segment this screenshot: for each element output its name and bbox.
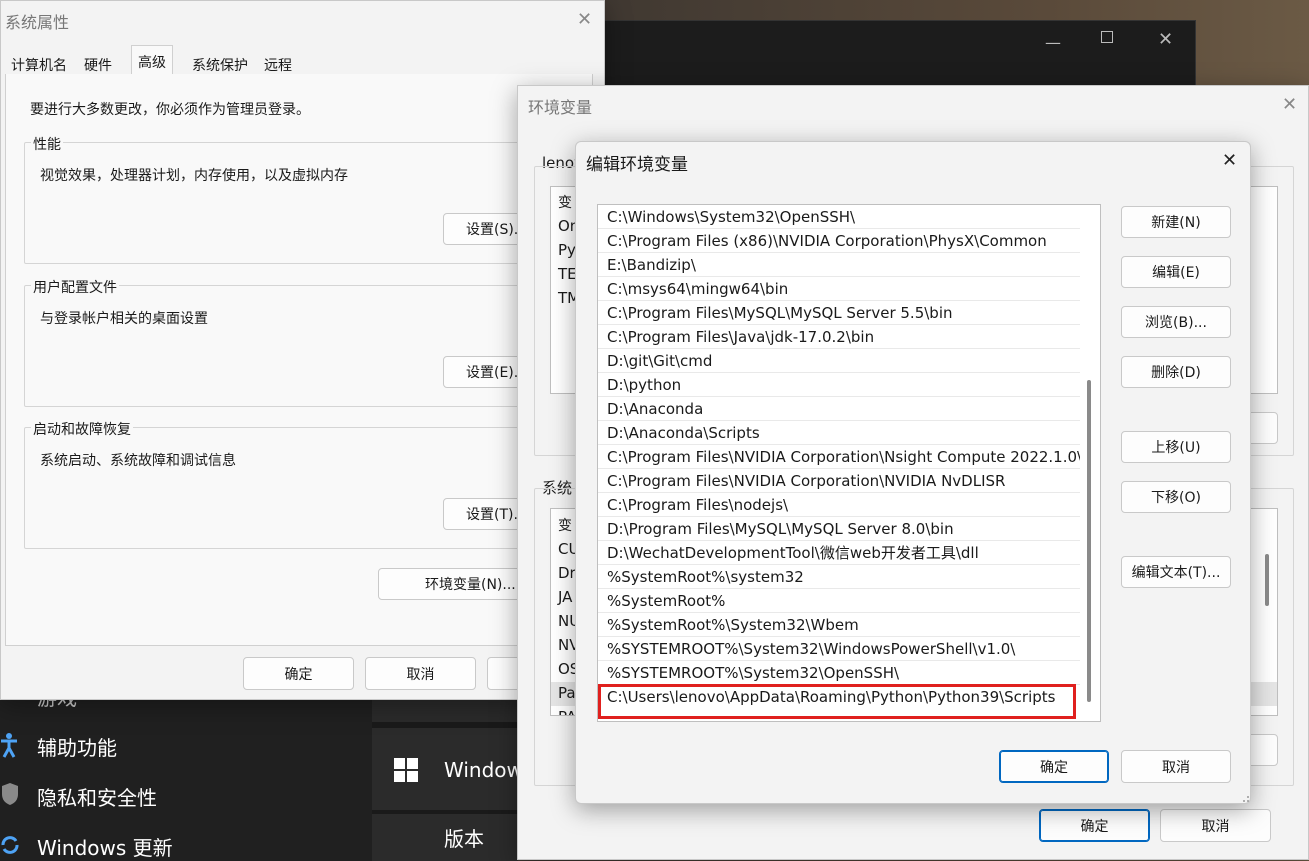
list-item[interactable]: D:\Anaconda: [598, 397, 1080, 421]
minimize-icon[interactable]: —: [1045, 33, 1061, 52]
path-list-scrollbar[interactable]: [1087, 380, 1091, 702]
list-item[interactable]: E:\Bandizip\: [598, 253, 1080, 277]
maximize-icon[interactable]: [1101, 31, 1113, 43]
shield-icon: [2, 783, 18, 805]
list-item[interactable]: %SYSTEMROOT%\System32\OpenSSH\: [598, 661, 1080, 685]
list-item[interactable]: D:\WechatDevelopmentTool\微信web开发者工具\dll: [598, 541, 1080, 565]
resize-grip-icon[interactable]: [1238, 791, 1250, 803]
cancel-button[interactable]: 取消: [1121, 750, 1231, 783]
list-item[interactable]: C:\Program Files\nodejs\: [598, 493, 1080, 517]
user-profile-label: 用户配置文件: [31, 277, 119, 297]
system-var-row[interactable]: JA: [558, 588, 572, 606]
list-item[interactable]: %SystemRoot%: [598, 589, 1080, 613]
move-down-button[interactable]: 下移(O): [1121, 481, 1231, 513]
edit-button[interactable]: 编辑(E): [1121, 256, 1231, 288]
list-item[interactable]: %SystemRoot%\system32: [598, 565, 1080, 589]
dialog-title: 编辑环境变量: [586, 155, 688, 175]
window-title: 系统属性: [5, 13, 70, 32]
startup-recovery-desc: 系统启动、系统故障和调试信息: [40, 453, 236, 469]
list-item[interactable]: D:\python: [598, 373, 1080, 397]
performance-label: 性能: [31, 134, 63, 154]
settings-sidebar: 游戏 辅助功能 隐私和安全性 Windows 更新: [0, 690, 372, 861]
path-list[interactable]: C:\Windows\System32\OpenSSH\ C:\Program …: [597, 204, 1101, 722]
highlight-box: [598, 684, 1076, 719]
accessibility-icon: [1, 733, 17, 758]
startup-recovery-label: 启动和故障恢复: [31, 419, 133, 439]
close-icon[interactable]: ✕: [1222, 152, 1237, 170]
move-up-button[interactable]: 上移(U): [1121, 431, 1231, 463]
cancel-button[interactable]: 取消: [365, 657, 476, 690]
close-icon[interactable]: ✕: [1158, 29, 1173, 50]
version-label: 版本: [444, 827, 484, 851]
admin-note: 要进行大多数更改，你必须作为管理员登录。: [30, 102, 310, 118]
settings-item-label: 辅助功能: [37, 736, 117, 760]
user-var-row[interactable]: Py: [558, 241, 576, 259]
user-profile-desc: 与登录帐户相关的桌面设置: [40, 311, 208, 327]
windows-logo-icon: [394, 758, 418, 782]
system-vars-scrollbar[interactable]: [1265, 554, 1269, 606]
user-vars-header: 变: [558, 195, 572, 211]
list-item[interactable]: D:\git\Git\cmd: [598, 349, 1080, 373]
list-item[interactable]: D:\Anaconda\Scripts: [598, 421, 1080, 445]
ok-button[interactable]: 确定: [243, 657, 354, 690]
performance-desc: 视觉效果，处理器计划，内存使用，以及虚拟内存: [40, 168, 348, 184]
background-window: — ✕: [560, 20, 1196, 90]
edit-text-button[interactable]: 编辑文本(T)...: [1121, 556, 1231, 588]
cancel-button[interactable]: 取消: [1160, 809, 1271, 842]
settings-item-accessibility[interactable]: 辅助功能: [0, 730, 372, 760]
settings-item-update[interactable]: Windows 更新: [0, 830, 372, 860]
list-item[interactable]: C:\Windows\System32\OpenSSH\: [598, 205, 1080, 229]
startup-recovery-group: [24, 427, 584, 549]
list-item[interactable]: %SystemRoot%\System32\Wbem: [598, 613, 1080, 637]
list-item[interactable]: C:\msys64\mingw64\bin: [598, 277, 1080, 301]
list-item[interactable]: D:\Program Files\MySQL\MySQL Server 8.0\…: [598, 517, 1080, 541]
browse-button[interactable]: 浏览(B)...: [1121, 306, 1231, 338]
tab-remote[interactable]: 远程: [258, 49, 298, 75]
settings-card-version[interactable]: 版本: [372, 814, 518, 861]
performance-group: [24, 142, 584, 264]
user-profile-group: [24, 285, 584, 407]
update-icon: [1, 836, 19, 854]
list-item[interactable]: %SYSTEMROOT%\System32\WindowsPowerShell\…: [598, 637, 1080, 661]
list-item[interactable]: C:\Program Files\NVIDIA Corporation\NVID…: [598, 469, 1080, 493]
close-icon[interactable]: ✕: [577, 11, 592, 29]
system-var-row[interactable]: Pa: [558, 684, 576, 702]
settings-item-privacy[interactable]: 隐私和安全性: [0, 780, 372, 810]
tab-hardware[interactable]: 硬件: [78, 49, 118, 75]
system-var-row[interactable]: PA: [558, 708, 576, 715]
new-button[interactable]: 新建(N): [1121, 206, 1231, 238]
user-var-row[interactable]: TE: [558, 265, 577, 283]
list-item[interactable]: C:\Program Files\Java\jdk-17.0.2\bin: [598, 325, 1080, 349]
system-vars-header: 变: [558, 518, 572, 534]
delete-button[interactable]: 删除(D): [1121, 356, 1231, 388]
system-var-row[interactable]: Dr: [558, 564, 576, 582]
ok-button[interactable]: 确定: [999, 750, 1109, 783]
system-properties-window: 系统属性 ✕ 计算机名 硬件 高级 系统保护 远程 要进行大多数更改，你必须作为…: [0, 0, 605, 700]
settings-main: Windows 版本: [372, 690, 533, 861]
tab-computer-name[interactable]: 计算机名: [5, 49, 73, 75]
settings-card-windows[interactable]: Windows: [372, 728, 533, 810]
close-icon[interactable]: ✕: [1282, 96, 1297, 114]
list-item[interactable]: C:\Program Files\NVIDIA Corporation\Nsig…: [598, 445, 1080, 469]
list-item[interactable]: C:\Program Files (x86)\NVIDIA Corporatio…: [598, 229, 1080, 253]
ok-button[interactable]: 确定: [1039, 809, 1150, 842]
tab-advanced[interactable]: 高级: [131, 45, 173, 75]
tab-system-protection[interactable]: 系统保护: [186, 49, 254, 75]
window-title: 环境变量: [528, 98, 593, 117]
list-item[interactable]: C:\Program Files\MySQL\MySQL Server 5.5\…: [598, 301, 1080, 325]
settings-item-label: 隐私和安全性: [37, 786, 157, 810]
settings-item-label: Windows 更新: [37, 836, 173, 860]
